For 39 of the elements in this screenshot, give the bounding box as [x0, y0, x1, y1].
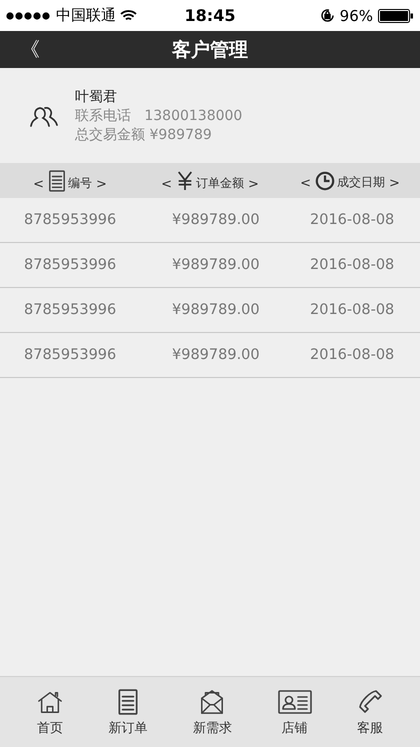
phone-icon[interactable]: [357, 689, 384, 715]
table-cell-text: 8785953996: [23, 302, 118, 318]
page-title: 客户管理: [172, 38, 248, 62]
id-card-icon[interactable]: [278, 689, 312, 715]
back-button[interactable]: 《: [14, 35, 46, 64]
clock-icon: [315, 170, 335, 190]
status-time: 18:45: [184, 6, 236, 25]
table-cell-text: ¥989789.00: [171, 212, 261, 228]
tab-item[interactable]: 新需求: [186, 677, 238, 747]
table-cell-text: 8785953996: [23, 212, 118, 228]
carrier-name: 中国联通: [56, 6, 116, 25]
sort-header[interactable]: < 成交日期 >: [294, 168, 406, 192]
table-cell-text: 2016-08-08: [309, 347, 396, 363]
tab-item[interactable]: 客服: [351, 677, 390, 747]
table-cell-text: 2016-08-08: [309, 257, 396, 273]
customer-name: 叶蜀君: [75, 88, 118, 106]
battery-percent: 96%: [340, 6, 373, 24]
sort-header[interactable]: < 编号 >: [27, 168, 113, 194]
table-cell-text: 2016-08-08: [309, 302, 396, 318]
phone-line: 联系电话 13800138000: [75, 106, 242, 124]
table-cell-text: ¥989789.00: [171, 302, 261, 318]
yen-icon: [176, 170, 194, 192]
document-icon: [48, 170, 66, 192]
total-amount-line: 总交易金额 ¥989789: [75, 126, 213, 144]
battery-icon: [378, 8, 414, 22]
house-icon[interactable]: [36, 689, 63, 715]
rotation-lock-icon: [320, 8, 335, 23]
table-cell-text: 8785953996: [23, 347, 118, 363]
tab-item[interactable]: 首页: [30, 677, 69, 747]
table-cell-text: ¥989789.00: [171, 257, 261, 273]
table-cell-text: 8785953996: [23, 257, 118, 273]
signal-icon: [6, 12, 52, 20]
table-cell-text: 2016-08-08: [309, 212, 396, 228]
sort-header[interactable]: < 订单金额 >: [155, 168, 265, 194]
table-cell-text: ¥989789.00: [171, 347, 261, 363]
tab-item[interactable]: 新订单: [102, 677, 154, 747]
wifi-icon: [120, 10, 137, 22]
tab-item[interactable]: 店铺: [272, 677, 318, 747]
envelope-icon[interactable]: [199, 689, 226, 715]
